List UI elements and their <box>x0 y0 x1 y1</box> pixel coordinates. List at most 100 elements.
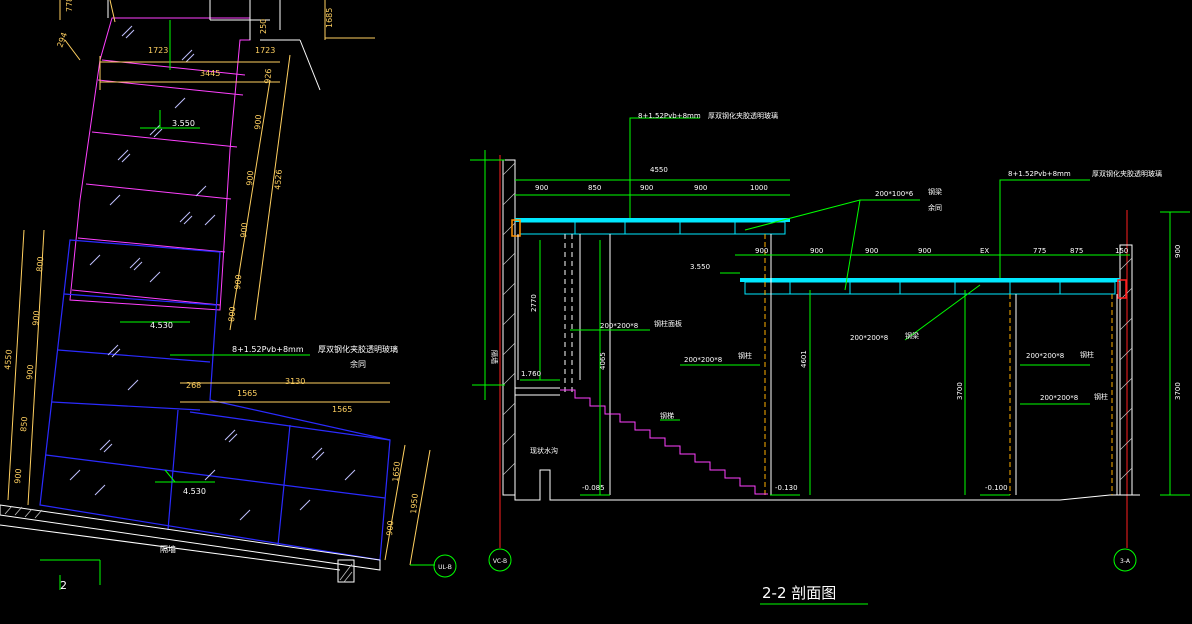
plan-leaders <box>40 20 435 590</box>
section-lower-dim-1: 900 <box>755 247 768 255</box>
plan-dim-900l3: 900 <box>13 468 23 484</box>
plan-wall-label: 隔墙 <box>160 544 176 554</box>
plan-dim-1650: 1650 <box>391 461 402 482</box>
section-title: 2-2 剖面图 <box>762 584 836 602</box>
section-stair <box>560 389 768 495</box>
section-level-m085: -0.085 <box>582 484 605 492</box>
section-beam-note: 200*100*6 <box>875 190 914 198</box>
section-lower-dim-8: 150 <box>1115 247 1128 255</box>
section-level-176: 1.760 <box>521 370 541 378</box>
section-upper-dim-3: 900 <box>640 184 653 192</box>
plan-dim-900b: 900 <box>245 170 255 186</box>
section-labels: 8+1.52Pvb+8mm 厚双钢化夹胶透明玻璃 8+1.52Pvb+8mm 厚… <box>490 111 1182 602</box>
plan-dim-268: 268 <box>186 381 201 390</box>
plan-axis-label: UL-B <box>438 564 452 571</box>
section-beam-label: 钢梁 <box>928 187 942 196</box>
section-vdim-3700a: 3700 <box>956 382 964 400</box>
plan-dim-4526: 4526 <box>273 169 284 190</box>
section-overall-width: 4550 <box>650 166 668 174</box>
section-col-label-4: 钢柱 <box>1080 350 1094 359</box>
section-vdim-900: 900 <box>1174 245 1182 258</box>
plan-dim-1723b: 1723 <box>255 46 275 55</box>
plan-dim-900l1: 900 <box>31 310 41 326</box>
plan-view: 1723 1723 3445 294 778 1685 250 926 900 … <box>0 0 457 592</box>
section-vdim-4601: 4601 <box>800 350 808 368</box>
plan-dim-1565a: 1565 <box>237 389 257 398</box>
plan-section-marker: 2 <box>60 579 67 592</box>
plan-dim-1723a: 1723 <box>148 46 168 55</box>
plan-dim-900fr: 900 <box>385 520 395 536</box>
section-view: VC-B 3-A 8+1.52Pvb+8mm 厚双钢化夹胶透明玻璃 8+1.52… <box>470 111 1190 605</box>
plan-dim-3445: 3445 <box>200 69 220 78</box>
section-stair-label: 钢梯 <box>660 411 674 420</box>
plan-dim-850l: 850 <box>19 416 29 432</box>
section-vdim-4065: 4065 <box>599 352 607 370</box>
section-right-glass-note: 8+1.52Pvb+8mm <box>1008 170 1071 178</box>
cad-drawing-canvas: 1723 1723 3445 294 778 1685 250 926 900 … <box>0 0 1190 605</box>
section-axis-bubbles: VC-B 3-A <box>488 548 1137 572</box>
plan-glass-desc2: 余同 <box>350 359 366 369</box>
plan-glass-note: 8+1.52Pvb+8mm <box>232 345 304 354</box>
plan-level-2: 4.530 <box>150 321 173 330</box>
plan-dim-778: 778 <box>65 0 74 12</box>
plan-dim-800r: 800 <box>227 306 237 322</box>
section-pit-label: 现状水沟 <box>530 446 558 455</box>
section-right-glass-desc: 厚双钢化夹胶透明玻璃 <box>1092 169 1162 178</box>
section-level-m130: -0.130 <box>775 484 798 492</box>
plan-glass-hatch <box>69 25 356 521</box>
section-col-note-5: 200*200*8 <box>1040 394 1078 402</box>
section-lower-dim-5: EX <box>980 247 989 255</box>
section-upper-dim-5: 1000 <box>750 184 768 192</box>
section-col-label-3: 钢梁 <box>905 331 919 340</box>
section-upper-dim-4: 900 <box>694 184 707 192</box>
plan-level-1: 3.550 <box>172 119 195 128</box>
section-wall-hatch <box>502 162 1133 481</box>
section-col-note-4: 200*200*8 <box>1026 352 1064 360</box>
section-lower-dim-3: 900 <box>865 247 878 255</box>
plan-dim-1950: 1950 <box>409 493 420 514</box>
section-beam-label2: 余同 <box>928 203 942 212</box>
plan-level-3: 4.530 <box>183 487 206 496</box>
section-axis-right: 3-A <box>1120 558 1131 565</box>
section-wall-label: 隔墙 <box>490 350 499 364</box>
plan-glass-desc: 厚双钢化夹胶透明玻璃 <box>318 344 398 354</box>
plan-labels: 1723 1723 3445 294 778 1685 250 926 900 … <box>3 0 420 592</box>
section-upper-canopy <box>511 218 790 237</box>
plan-dim-926: 926 <box>263 68 273 84</box>
plan-dim-900a: 900 <box>253 114 263 130</box>
plan-axis-bubble: UL-B <box>433 554 457 578</box>
section-axis-left: VC-B <box>493 558 507 565</box>
section-lower-dim-4: 900 <box>918 247 931 255</box>
section-vdim-2770: 2770 <box>530 294 538 312</box>
section-col-label-5: 钢柱 <box>1094 392 1108 401</box>
section-lower-dim-7: 875 <box>1070 247 1083 255</box>
section-lower-canopy <box>740 278 1127 299</box>
section-col-note-1: 200*200*8 <box>600 322 638 330</box>
section-dimension-lines <box>470 150 1190 496</box>
section-lower-dim-6: 775 <box>1033 247 1046 255</box>
section-upper-dim-1: 900 <box>535 184 548 192</box>
section-level-m100: -0.100 <box>985 484 1008 492</box>
section-col-note-3: 200*200*8 <box>850 334 888 342</box>
section-lower-dim-2: 900 <box>810 247 823 255</box>
section-vdim-3700b: 3700 <box>1174 382 1182 400</box>
section-upper-dim-2: 850 <box>588 184 601 192</box>
section-col-label-1: 钢柱面板 <box>654 319 682 328</box>
plan-dim-800l: 800 <box>35 256 45 272</box>
section-top-glass-note: 8+1.52Pvb+8mm <box>638 112 701 120</box>
plan-dim-900c: 900 <box>239 222 249 238</box>
plan-dim-250: 250 <box>259 19 268 34</box>
plan-dim-294: 294 <box>55 31 69 48</box>
section-col-label-2: 钢柱 <box>738 351 752 360</box>
plan-dim-1565b: 1565 <box>332 405 352 414</box>
plan-dim-3130: 3130 <box>285 377 305 386</box>
section-col-note-2: 200*200*8 <box>684 356 722 364</box>
plan-dim-900l2: 900 <box>25 364 35 380</box>
plan-dim-1685: 1685 <box>325 8 334 28</box>
section-level-355: 3.550 <box>690 263 710 271</box>
section-top-glass-desc: 厚双钢化夹胶透明玻璃 <box>708 111 778 120</box>
plan-glass-lower <box>39 239 391 561</box>
plan-dim-4550: 4550 <box>3 349 14 370</box>
plan-wall-hatch <box>4 505 353 583</box>
plan-dim-900d: 900 <box>233 274 243 290</box>
